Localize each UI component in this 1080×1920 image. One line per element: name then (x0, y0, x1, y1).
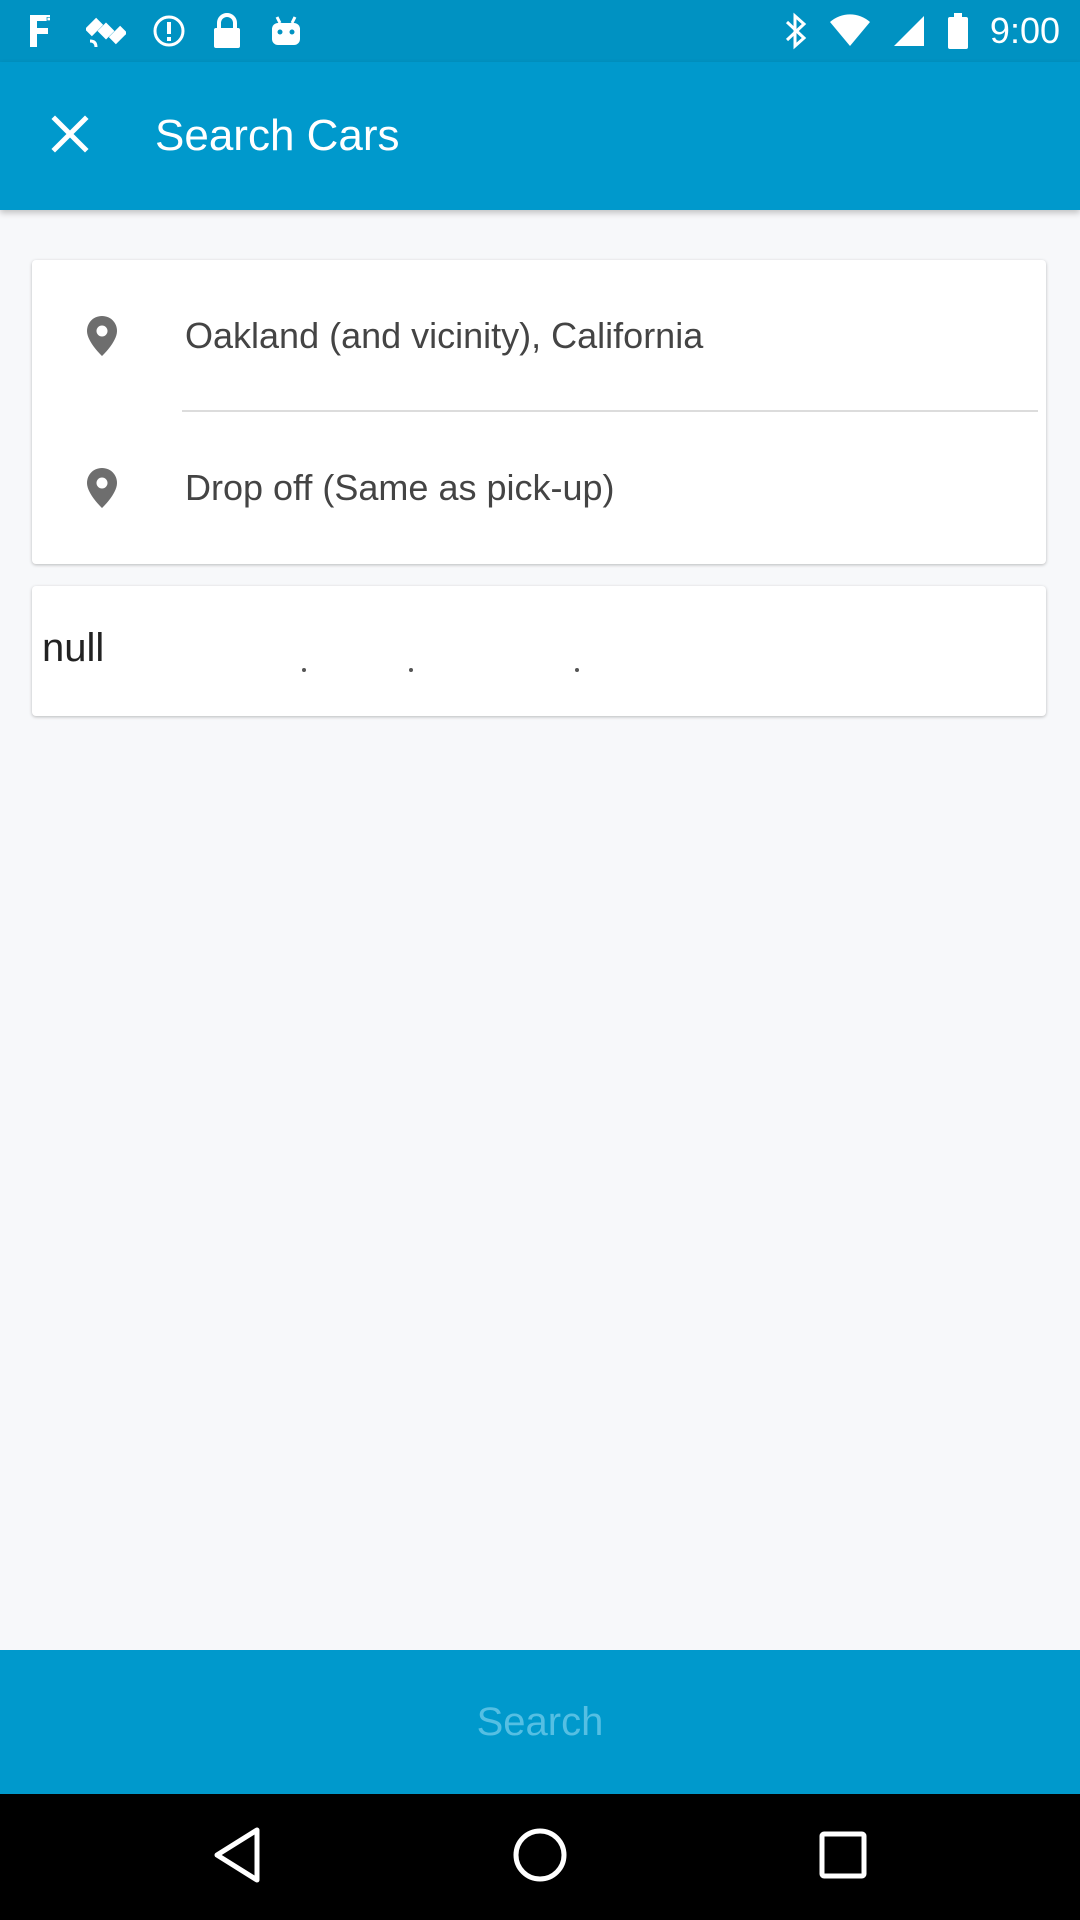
wifi-icon (829, 14, 870, 48)
recents-button[interactable] (808, 1822, 878, 1892)
lock-icon (212, 12, 242, 50)
signal-icon (892, 14, 926, 48)
satellite-icon (86, 11, 126, 51)
dropoff-location-field[interactable]: Drop off (Same as pick-up) (32, 428, 1046, 548)
bluetooth-icon (784, 12, 808, 50)
pickup-location-text: Oakland (and vicinity), California (185, 315, 704, 356)
location-divider (182, 410, 1038, 412)
status-time: 9:00 (989, 10, 1060, 51)
faint-dot (575, 668, 579, 672)
page-title: Search Cars (155, 111, 400, 160)
fake-gps-icon: FAKE (24, 13, 60, 49)
location-pin-icon (84, 466, 120, 510)
back-button[interactable] (202, 1822, 272, 1892)
pickup-location-field[interactable]: Oakland (and vicinity), California (32, 276, 1046, 396)
close-icon (50, 114, 90, 159)
android-icon (268, 13, 304, 49)
location-pin-icon (84, 314, 120, 358)
search-button[interactable]: Search (0, 1650, 1080, 1794)
close-button[interactable] (36, 102, 104, 170)
search-button-label: Search (476, 1699, 604, 1744)
recents-icon (818, 1830, 868, 1885)
home-icon (512, 1827, 568, 1888)
app-bar: Search Cars (0, 62, 1080, 210)
battery-icon (947, 13, 968, 49)
status-left-icons: FAKE (24, 0, 304, 62)
dropoff-location-text: Drop off (Same as pick-up) (185, 467, 615, 508)
screen: FAKE (0, 0, 1080, 1920)
navigation-bar (0, 1794, 1080, 1920)
dates-field[interactable]: null (32, 586, 1046, 716)
faint-dot (302, 668, 306, 672)
home-button[interactable] (505, 1822, 575, 1892)
location-card: Oakland (and vicinity), California Drop … (32, 260, 1046, 564)
faint-dot (409, 668, 413, 672)
svg-text:FAKE: FAKE (46, 16, 60, 25)
status-bar: FAKE (0, 0, 1080, 62)
status-right-icons: 9:00 (784, 0, 1060, 62)
back-icon (211, 1826, 263, 1889)
dates-value: null (42, 626, 105, 670)
alert-circle-icon (152, 14, 186, 48)
